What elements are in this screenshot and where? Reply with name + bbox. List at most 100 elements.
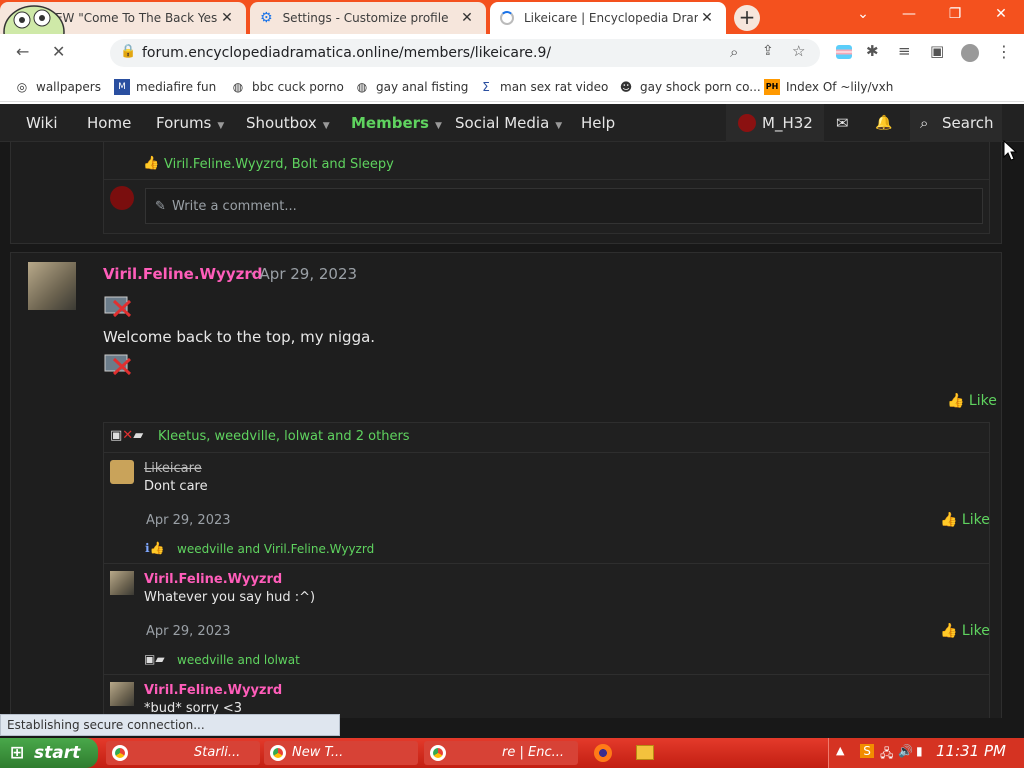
bookmark-bbc[interactable]: ◍ bbc cuck porno [230, 79, 344, 95]
taskbar-chrome-2[interactable]: New T... [264, 741, 418, 765]
close-window-icon[interactable]: ✕ [986, 6, 1016, 22]
clock[interactable]: 11:31 PM [936, 742, 1006, 760]
close-icon[interactable]: ✕ [698, 10, 716, 26]
inbox-icon[interactable]: ✉ [836, 104, 849, 142]
flag-extension-icon[interactable] [836, 45, 852, 59]
post-date[interactable]: · Apr 29, 2023 [250, 265, 357, 283]
chevron-down-icon[interactable]: ▼ [435, 121, 442, 131]
coil-icon: ◎ [16, 80, 28, 94]
thumbs-up-icon: 👍 [940, 512, 958, 528]
search-label[interactable]: Search [942, 104, 994, 142]
comment-author[interactable]: Viril.Feline.Wyyzrd [144, 572, 282, 587]
bookmark-label: mediafire fun [136, 80, 217, 94]
share-icon[interactable]: ⇪ [762, 43, 774, 59]
chrome-icon [112, 745, 128, 761]
bookmark-gay-anal[interactable]: ◍ gay anal fisting [354, 79, 469, 95]
tab-likeicare[interactable]: Likeicare | Encyclopedia Drama ✕ [490, 2, 726, 34]
menu-icon[interactable]: ⋮ [996, 42, 1012, 61]
nav-shoutbox[interactable]: Shoutbox ▼ [246, 104, 330, 142]
avatar[interactable] [110, 571, 134, 595]
reaction-list[interactable]: weedville and Viril.Feline.Wyyzrd [177, 542, 374, 556]
comment-author[interactable]: Viril.Feline.Wyyzrd [144, 683, 282, 698]
like-label: Like [968, 393, 997, 409]
bell-icon[interactable]: 🔔 [875, 104, 892, 142]
profile-posts-content: 👍 Viril.Feline.Wyyzrd, Bolt and Sleepy ✎… [0, 142, 1024, 718]
sidepanel-icon[interactable]: ▣ [930, 42, 944, 60]
nav-members[interactable]: Members ▼ [351, 104, 442, 142]
comment-author[interactable]: Likeicare [144, 461, 202, 476]
profile-icon[interactable] [961, 44, 979, 62]
bookmark-label: man sex rat video [500, 80, 609, 94]
bookmark-label: gay shock porn co... [640, 80, 761, 94]
volume-icon[interactable]: 🔊 [898, 744, 913, 758]
bookmark-rat-video[interactable]: Σman sex rat video [478, 79, 608, 95]
minimize-icon[interactable]: — [894, 6, 924, 22]
close-icon[interactable]: ✕ [458, 10, 476, 26]
folder-icon[interactable] [636, 745, 654, 760]
divider [104, 674, 989, 675]
like-button[interactable]: 👍 Like [940, 512, 990, 528]
loading-spinner-icon [500, 11, 514, 25]
network-icon[interactable]: 🖧 [880, 744, 893, 765]
power-icon[interactable]: ▮ [916, 744, 923, 758]
stop-icon[interactable]: ✕ [52, 42, 65, 61]
chevron-down-icon[interactable]: ▼ [323, 121, 330, 131]
nav-wiki[interactable]: Wiki [26, 104, 58, 142]
extensions-icon[interactable]: ✱ [866, 42, 879, 60]
nav-label: Social Media [455, 114, 550, 132]
bookmark-label: gay anal fisting [376, 80, 469, 94]
tray-app-icon[interactable]: S [860, 744, 874, 758]
tab-title: Likeicare | Encyclopedia Drama [524, 11, 698, 25]
tab-search-icon[interactable]: ⌄ [848, 6, 878, 22]
like-button[interactable]: 👍 Like [940, 623, 990, 639]
close-icon[interactable]: ✕ [218, 10, 236, 26]
new-tab-button[interactable]: + [734, 5, 760, 31]
chevron-down-icon[interactable]: ▼ [217, 121, 224, 131]
like-button[interactable]: 👍 Like [947, 393, 997, 409]
avatar[interactable] [110, 460, 134, 484]
sigma-icon: Σ [482, 80, 490, 94]
reaction-list[interactable]: Kleetus, weedville, lolwat and 2 others [158, 429, 410, 444]
comment-date[interactable]: Apr 29, 2023 [146, 624, 231, 639]
nav-help[interactable]: Help [581, 104, 615, 142]
nav-home[interactable]: Home [87, 104, 131, 142]
post-author[interactable]: Viril.Feline.Wyyzrd [103, 265, 262, 283]
like-label: Like [961, 512, 990, 528]
avatar[interactable] [28, 262, 76, 310]
mediafire-icon: M [114, 79, 130, 95]
bookmark-mediafire[interactable]: Mmediafire fun [114, 79, 216, 95]
firefox-icon[interactable] [594, 744, 612, 762]
tab-settings[interactable]: ⚙ Settings - Customize profile ✕ [250, 2, 486, 34]
lock-icon[interactable]: 🔒 [120, 44, 136, 59]
comment-placeholder[interactable]: Write a comment... [172, 199, 297, 214]
back-icon[interactable]: ← [16, 42, 29, 61]
status-bar: Establishing secure connection... [0, 714, 340, 736]
nav-forums[interactable]: Forums ▼ [156, 104, 224, 142]
search-icon[interactable]: ⌕ [730, 43, 738, 61]
avatar[interactable] [110, 682, 134, 706]
start-button[interactable]: ⊞ start [0, 738, 98, 768]
bookmark-label: Index Of ~lily/vxh [786, 80, 894, 94]
restore-icon[interactable]: ❐ [940, 6, 970, 22]
search-icon[interactable]: ⌕ [920, 104, 928, 142]
chevron-down-icon[interactable]: ▼ [555, 121, 562, 131]
comment-date[interactable]: Apr 29, 2023 [146, 513, 231, 528]
like-reaction-icon: 👍 [143, 156, 160, 171]
nav-social-media[interactable]: Social Media ▼ [455, 104, 562, 142]
star-icon[interactable]: ☆ [792, 42, 805, 60]
taskbar-chrome-1[interactable]: Starli... [106, 741, 260, 765]
tray-expand-icon[interactable]: ▲ [836, 744, 844, 757]
reaction-list[interactable]: Viril.Feline.Wyyzrd, Bolt and Sleepy [164, 157, 394, 172]
url-text[interactable]: forum.encyclopediadramatica.online/membe… [142, 45, 551, 61]
media-icon[interactable]: ≡ [898, 42, 911, 60]
username[interactable]: M_H32 [762, 104, 813, 142]
bookmark-wallpapers[interactable]: ◎ wallpapers [14, 79, 101, 95]
bookmark-index[interactable]: PH Index Of ~lily/vxh [764, 79, 893, 95]
post-body: Welcome back to the top, my nigga. [103, 328, 376, 346]
globe-icon: ◍ [356, 80, 368, 94]
nav-label: Members [351, 114, 429, 132]
reaction-list[interactable]: weedville and lolwat [177, 653, 300, 667]
thumbs-up-icon: 👍 [940, 623, 958, 639]
taskbar-chrome-3[interactable]: re | Enc... [424, 741, 578, 765]
bookmark-shock[interactable]: ☻ gay shock porn co... [618, 79, 761, 95]
